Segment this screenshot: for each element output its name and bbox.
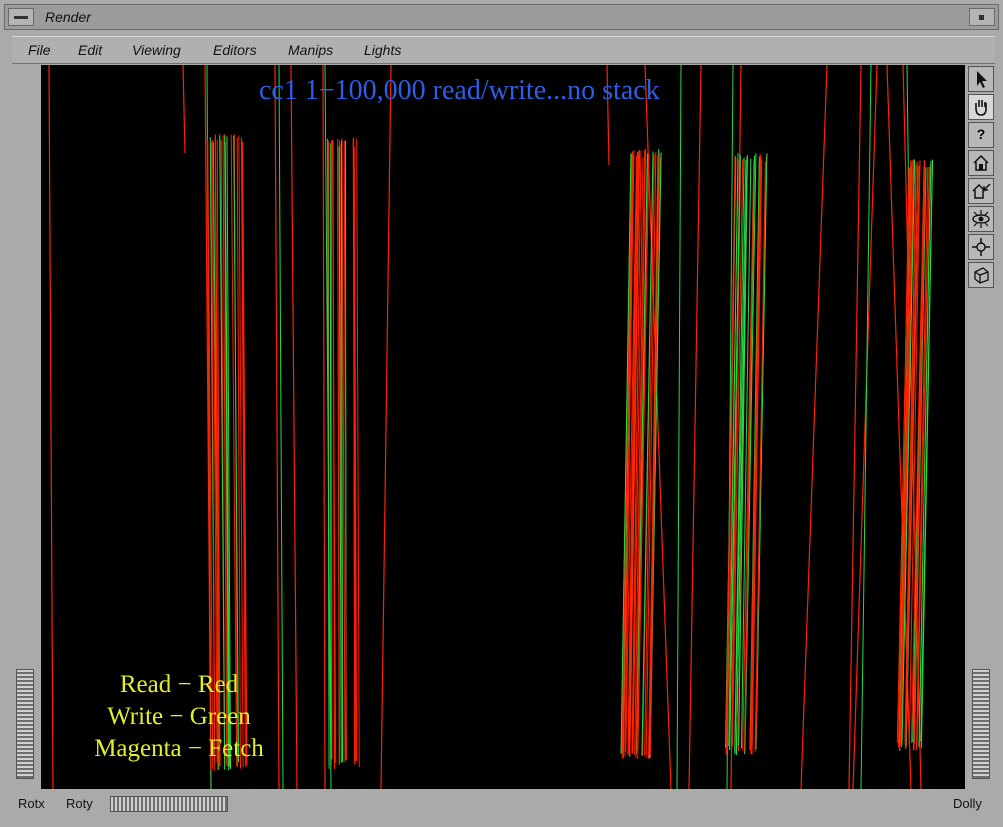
bottom-bar: Rotx Roty Dolly: [12, 793, 995, 817]
view-tool-button[interactable]: [968, 94, 994, 120]
roty-label: Roty: [66, 796, 93, 811]
trace-line: [330, 140, 333, 760]
trace-line: [356, 138, 360, 768]
viewport-title: cc1 1−100,000 read/write...no stack: [259, 75, 660, 106]
render-viewport[interactable]: cc1 1−100,000 read/write...no stack Read…: [41, 65, 965, 789]
menu-lights[interactable]: Lights: [364, 42, 401, 58]
help-button[interactable]: ?: [968, 122, 994, 148]
window-menu-icon: [14, 16, 28, 19]
trace-line: [322, 65, 326, 789]
menu-editors[interactable]: Editors: [213, 42, 257, 58]
trace-line: [918, 160, 932, 747]
menu-file[interactable]: File: [28, 42, 51, 58]
trace-line: [182, 65, 186, 154]
rotx-thumbwheel[interactable]: [16, 669, 34, 779]
rotx-label: Rotx: [18, 796, 45, 811]
seek-button[interactable]: [968, 234, 994, 260]
roty-thumbwheel[interactable]: [110, 796, 228, 812]
trace-line: [749, 154, 761, 751]
select-arrow-icon: [977, 71, 987, 88]
title-bar[interactable]: Render: [4, 4, 999, 30]
viewer-toolbar: ?: [968, 66, 994, 290]
trace-line: [648, 154, 659, 759]
view-hand-icon: [975, 100, 987, 116]
home-icon: [973, 154, 989, 171]
trace-line: [860, 65, 872, 789]
legend-fetch: Magenta − Fetch: [94, 735, 264, 762]
trace-line: [800, 65, 828, 789]
minimize-icon: [979, 15, 984, 20]
minimize-button[interactable]: [969, 8, 995, 26]
menu-edit[interactable]: Edit: [78, 42, 102, 58]
menu-bar: File Edit Viewing Editors Manips Lights: [12, 36, 995, 64]
trace-line: [852, 65, 878, 789]
dolly-thumbwheel[interactable]: [972, 669, 990, 779]
view-all-button[interactable]: [968, 206, 994, 232]
select-tool-button[interactable]: [968, 66, 994, 92]
seek-icon: [972, 238, 990, 256]
trace-line: [278, 65, 284, 789]
perspective-cube-icon: [974, 267, 989, 284]
window-menu-button[interactable]: [8, 8, 34, 26]
dolly-label: Dolly: [953, 796, 982, 811]
set-home-icon: [972, 183, 991, 199]
home-button[interactable]: [968, 150, 994, 176]
window-title: Render: [45, 9, 91, 25]
render-window: Render File Edit Viewing Editors Manips …: [0, 0, 1003, 827]
trace-line: [899, 159, 912, 751]
legend-write: Write − Green: [107, 703, 251, 730]
trace-line: [688, 65, 702, 789]
trace-line: [676, 65, 682, 789]
trace-line: [48, 65, 54, 789]
camera-type-button[interactable]: [968, 262, 994, 288]
view-all-icon: [972, 210, 990, 228]
trace-line: [290, 65, 298, 789]
help-icon: ?: [976, 126, 986, 142]
menu-manips[interactable]: Manips: [288, 42, 333, 58]
menu-viewing[interactable]: Viewing: [132, 42, 181, 58]
trace-line: [380, 65, 392, 789]
legend-read: Read − Red: [119, 671, 239, 698]
legend: Read − Red Write − Green Magenta − Fetch: [81, 669, 277, 765]
trace-line: [848, 65, 862, 789]
set-home-button[interactable]: [968, 178, 994, 204]
